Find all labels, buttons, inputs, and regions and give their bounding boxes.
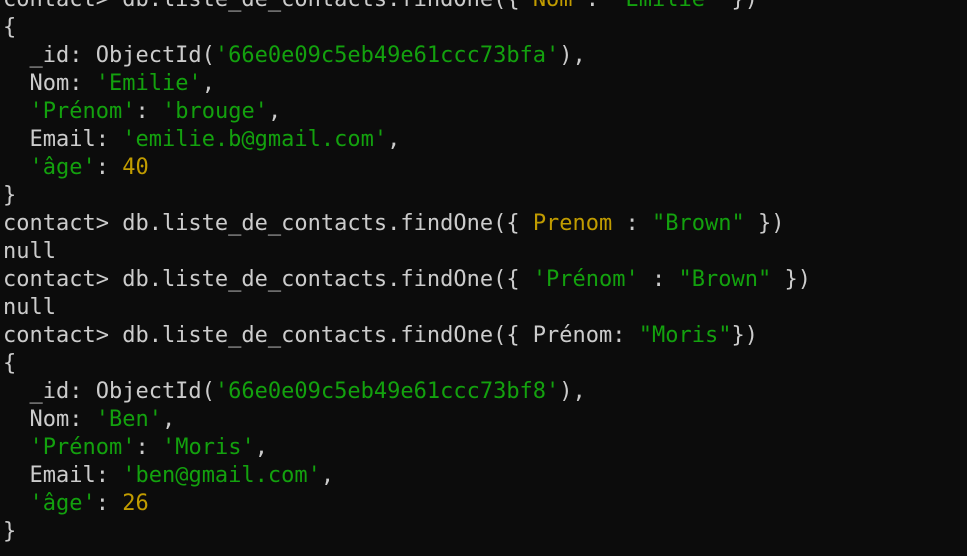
token-plain: Nom: [3,407,96,432]
token-plain: contact> db.liste_de_contacts.findOne({ [3,211,533,236]
token-plain: : [135,99,162,124]
token-plain: : [573,0,613,12]
terminal-line: Nom: 'Emilie', [3,70,967,98]
token-plain: Email: [3,127,123,152]
token-string: "Emilie" [612,0,718,12]
token-plain: : [95,155,123,180]
token-string: '66e0e09c5eb49e61ccc73bf8' [214,379,560,404]
token-string: 'Moris' [161,435,255,460]
terminal-line: _id: ObjectId('66e0e09c5eb49e61ccc73bfa'… [3,42,967,70]
token-plain: , [387,127,401,152]
token-string: 'emilie.b@gmail.com' [122,127,388,152]
token-plain: , [201,71,215,96]
token-plain: } [3,183,17,208]
token-plain: }) [771,267,811,292]
terminal-line: Email: 'ben@gmail.com', [3,462,967,490]
terminal-line: } [3,182,967,210]
token-plain: null [3,239,56,264]
token-string: "Brown" [678,267,772,292]
token-string: 'âge' [29,491,96,516]
token-plain: }) [744,211,785,236]
token-number: 40 [122,155,149,180]
token-plain: , [254,435,268,460]
terminal-line: 'âge': 26 [3,490,967,518]
terminal-line: contact> db.liste_de_contacts.findOne({ … [3,210,967,238]
token-plain: null [3,295,56,320]
token-key: Prenom [532,211,613,236]
token-plain: ), [559,379,586,404]
token-plain: { [3,15,17,40]
token-plain: }) [718,0,759,12]
token-number: 26 [122,491,149,516]
token-plain: Nom: [3,71,96,96]
token-string: 'Prénom' [29,435,136,460]
terminal-line: Email: 'emilie.b@gmail.com', [3,126,967,154]
token-string: "Brown" [652,211,745,236]
token-plain: Email: [3,463,123,488]
terminal-line: { [3,14,967,42]
token-plain: contact> db.liste_de_contacts.findOne({ … [3,323,639,348]
token-key: Nom [533,0,573,12]
token-plain: { [3,351,17,376]
token-string: '66e0e09c5eb49e61ccc73bfa' [214,43,560,68]
token-plain: : [135,435,162,460]
terminal-line: } [3,518,967,546]
terminal-line: 'Prénom': 'brouge', [3,98,967,126]
terminal-line: 'Prénom': 'Moris', [3,434,967,462]
terminal-line: 'âge': 40 [3,154,967,182]
token-plain: , [161,407,176,432]
token-plain: contact> db.liste_de_contacts.findOne({ [3,267,533,292]
terminal-line: contact> db.liste_de_contacts.findOne({ … [3,266,967,294]
terminal-line: _id: ObjectId('66e0e09c5eb49e61ccc73bf8'… [3,378,967,406]
token-plain: _id: ObjectId( [3,379,215,404]
token-plain: ), [559,43,586,68]
token-plain: contact> db.liste_de_contacts.findOne({ [3,0,533,12]
terminal-line: null [3,294,967,322]
terminal-line: contact> db.liste_de_contacts.findOne({ … [3,0,967,14]
token-plain: _id: ObjectId( [3,43,215,68]
token-plain: , [320,463,335,488]
token-plain: : [638,267,679,292]
token-string: 'brouge' [161,99,268,124]
token-plain: }) [731,323,758,348]
token-string: 'Emilie' [95,71,202,96]
token-plain: : [612,211,653,236]
terminal-line: null [3,238,967,266]
token-string: 'Ben' [95,407,162,432]
terminal-output[interactable]: contact> db.liste_de_contacts.findOne({ … [0,0,967,556]
token-string: 'Prénom' [532,267,639,292]
terminal-line: { [3,350,967,378]
token-plain: : [95,491,123,516]
token-plain: } [3,519,17,544]
token-string: 'Prénom' [29,99,136,124]
terminal-line: Nom: 'Ben', [3,406,967,434]
token-string: 'ben@gmail.com' [122,463,321,488]
token-string: "Moris" [638,323,732,348]
token-plain: , [267,99,282,124]
terminal-line: contact> db.liste_de_contacts.findOne({ … [3,322,967,350]
token-string: 'âge' [29,155,96,180]
